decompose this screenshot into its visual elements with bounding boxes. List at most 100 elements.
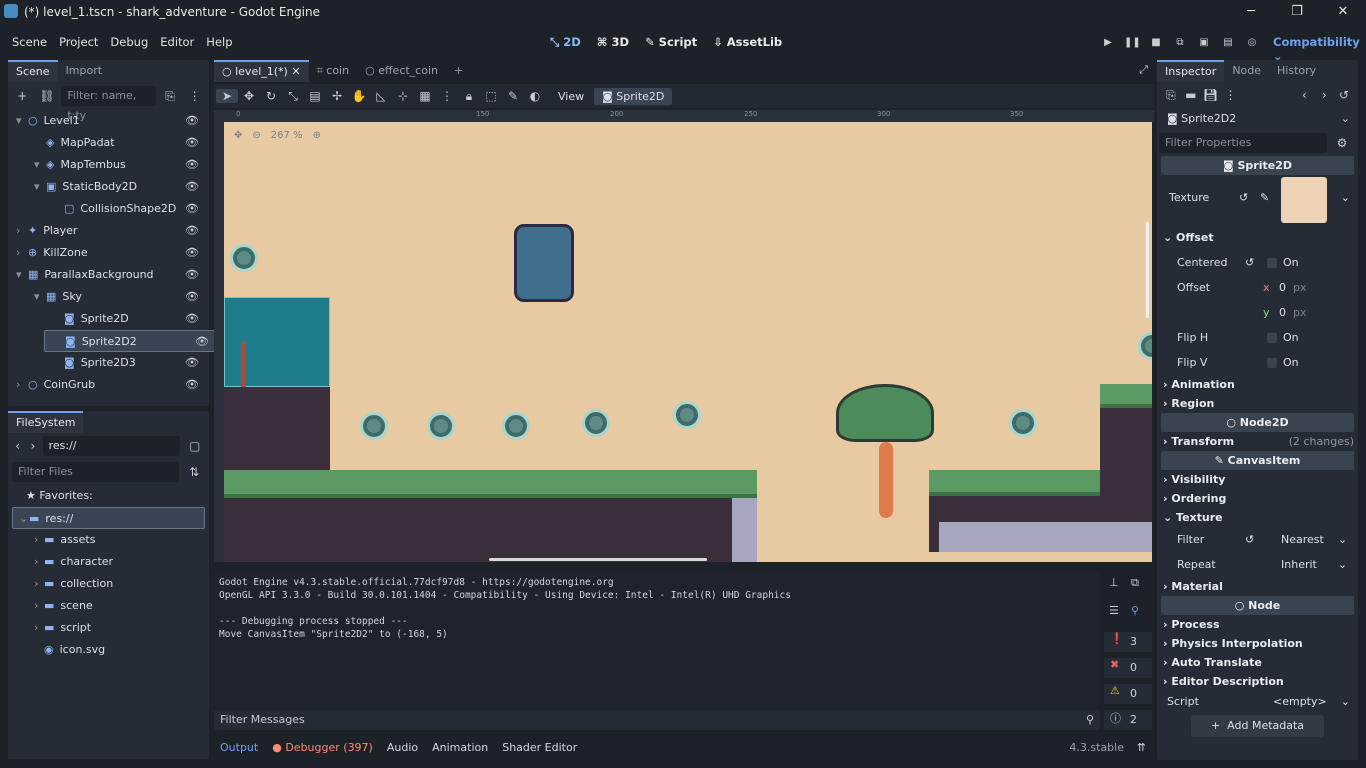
expand-bottom-icon[interactable]: ⇈ [1137, 741, 1146, 754]
folder-arrow-icon[interactable]: › [34, 617, 44, 639]
save-resource-icon[interactable]: 💾︎ [1201, 88, 1221, 102]
copy-output-icon[interactable]: ⧉ [1131, 576, 1139, 590]
texture-preview[interactable] [1281, 177, 1327, 223]
rotate-mode-icon[interactable]: ↻ [260, 89, 282, 103]
flip-v-checkbox[interactable] [1267, 358, 1277, 368]
lock-icon[interactable]: 🔒︎ [458, 89, 480, 104]
movie-maker-icon[interactable]: ◎ [1244, 37, 1260, 48]
tab-history[interactable]: History [1269, 60, 1324, 82]
new-tab-button[interactable]: + [446, 60, 471, 82]
list-select-icon[interactable]: ▤ [304, 89, 326, 103]
more-icon[interactable]: ⋮ [184, 89, 205, 103]
sprite2d-menu[interactable]: ◙ Sprite2D [594, 87, 673, 105]
section-ordering[interactable]: › Ordering [1157, 489, 1358, 508]
scene-node-killzone[interactable]: › ⊕ KillZone 👁︎ [12, 242, 205, 264]
center-view-icon[interactable]: ✥ [234, 130, 242, 141]
expand-arrow-icon[interactable]: › [16, 220, 28, 242]
scene-node-sprite2d3[interactable]: ◙ Sprite2D3 👁︎ [12, 352, 205, 374]
workspace-script[interactable]: ✎ Script [645, 35, 697, 49]
tab-inspector[interactable]: Inspector [1157, 60, 1225, 82]
visibility-eye-icon[interactable]: 👁︎ [185, 264, 199, 286]
history-back-icon[interactable]: ‹ [1294, 88, 1314, 102]
menu-scene[interactable]: Scene [6, 35, 53, 49]
centered-checkbox[interactable] [1267, 258, 1277, 268]
ruler-mode-icon[interactable]: ◺ [370, 89, 392, 103]
stop-icon[interactable]: ■ [1148, 37, 1164, 48]
renderer-select[interactable]: Compatibility ⌄ [1273, 35, 1366, 63]
tab-animation[interactable]: Animation [432, 741, 488, 754]
expand-arrow-icon[interactable]: ▾ [34, 286, 46, 308]
restore-button[interactable]: ❐ [1274, 0, 1320, 24]
search-icon[interactable]: ⚲ [1131, 604, 1139, 617]
visibility-eye-icon[interactable]: 👁︎ [185, 198, 199, 220]
grid-snap-icon[interactable]: ▦ [414, 89, 436, 103]
scene-node-sky[interactable]: ▾ ▦ Sky 👁︎ [12, 286, 205, 308]
expand-arrow-icon[interactable]: ▾ [16, 264, 28, 286]
tab-output[interactable]: Output [220, 741, 258, 754]
history-forward-icon[interactable]: › [1314, 88, 1334, 102]
close-button[interactable]: ✕ [1320, 0, 1366, 24]
fs-item-character[interactable]: › ▬ character [12, 551, 205, 573]
tab-debugger[interactable]: ● Debugger (397) [272, 741, 373, 754]
workspace-3d[interactable]: ⌘ 3D [597, 35, 629, 49]
tab-coin[interactable]: ⌗ coin [309, 60, 358, 82]
back-icon[interactable]: ‹ [12, 439, 23, 453]
visibility-eye-icon[interactable]: 👁︎ [185, 352, 199, 374]
pivot-icon[interactable]: ✢ [326, 89, 348, 103]
section-process[interactable]: › Process [1157, 615, 1358, 634]
section-texture[interactable]: ⌄ Texture [1157, 508, 1358, 527]
scene-node-parallaxbackground[interactable]: ▾ ▦ ParallaxBackground 👁︎ [12, 264, 205, 286]
horizontal-scrollbar[interactable] [489, 558, 707, 561]
offset-y-input[interactable]: 0 [1279, 300, 1286, 325]
filter-messages-input[interactable]: Filter Messages [214, 710, 1100, 730]
section-editor-description[interactable]: › Editor Description [1157, 672, 1358, 691]
vertical-scrollbar[interactable] [1146, 222, 1149, 318]
menu-debug[interactable]: Debug [104, 35, 154, 49]
visibility-eye-icon[interactable]: 👁︎ [185, 132, 199, 154]
remote-debug-icon[interactable]: ⧉ [1172, 37, 1188, 48]
resource-more-icon[interactable]: ⋮ [1221, 88, 1241, 102]
camera-override-icon[interactable]: ◐ [524, 89, 546, 103]
inspector-options-icon[interactable]: ⚙ [1331, 136, 1353, 150]
section-physics-interpolation[interactable]: › Physics Interpolation [1157, 634, 1358, 653]
link-icon[interactable]: ⛓ [37, 89, 58, 103]
visibility-eye-icon[interactable]: 👁︎ [185, 110, 199, 132]
visibility-eye-icon[interactable]: 👁︎ [185, 308, 199, 330]
folder-arrow-icon[interactable]: › [34, 595, 44, 617]
fs-item-scene[interactable]: › ▬ scene [12, 595, 205, 617]
repeat-select[interactable]: Inherit ⌄ [1281, 552, 1347, 577]
scene-node-sprite2d2[interactable]: ◙ Sprite2D2 👁︎ [44, 330, 216, 352]
pan-mode-icon[interactable]: ✋ [348, 89, 370, 103]
scene-node-level1[interactable]: ▾ ○ Level1 👁︎ [12, 110, 205, 132]
split-mode-icon[interactable]: ▢ [184, 439, 205, 453]
tab-filesystem[interactable]: FileSystem [8, 411, 84, 433]
scene-node-sprite2d[interactable]: ◙ Sprite2D 👁︎ [12, 308, 205, 330]
play-custom-icon[interactable]: ▤ [1220, 37, 1236, 48]
minimize-button[interactable]: ─ [1228, 0, 1274, 24]
texture-dropdown-icon[interactable]: ⌄ [1341, 175, 1350, 221]
sort-icon[interactable]: ⇅ [183, 465, 205, 479]
tab-audio[interactable]: Audio [387, 741, 418, 754]
expand-arrow-icon[interactable]: ▾ [16, 110, 28, 132]
expand-arrow-icon[interactable]: › [16, 242, 28, 264]
zoom-out-icon[interactable]: ⊖ [252, 130, 260, 141]
visibility-eye-icon[interactable]: 👁︎ [185, 220, 199, 242]
scene-node-collisionshape2d[interactable]: ▢ CollisionShape2D 👁︎ [12, 198, 205, 220]
flip-h-checkbox[interactable] [1267, 333, 1277, 343]
section-region[interactable]: › Region [1157, 394, 1358, 413]
tab-import[interactable]: Import [58, 60, 111, 82]
section-offset[interactable]: ⌄ Offset [1157, 225, 1358, 250]
favorites-header[interactable]: ★ Favorites: [8, 485, 209, 507]
filter-properties-input[interactable]: Filter Properties [1159, 133, 1327, 153]
fs-item-res---[interactable]: ⌄▬ res:// [12, 507, 205, 529]
menu-editor[interactable]: Editor [154, 35, 200, 49]
menu-help[interactable]: Help [200, 35, 238, 49]
snap-options-icon[interactable]: ⋮ [436, 89, 458, 103]
move-mode-icon[interactable]: ✥ [238, 89, 260, 103]
tab-scene[interactable]: Scene [8, 60, 58, 82]
select-mode-icon[interactable]: ➤ [216, 89, 238, 103]
script-select[interactable]: <empty> ⌄ [1273, 691, 1350, 713]
tab-shader-editor[interactable]: Shader Editor [502, 741, 577, 754]
open-resource-icon[interactable]: ▬ [1181, 88, 1201, 102]
folder-arrow-icon[interactable]: ⌄ [19, 508, 29, 530]
